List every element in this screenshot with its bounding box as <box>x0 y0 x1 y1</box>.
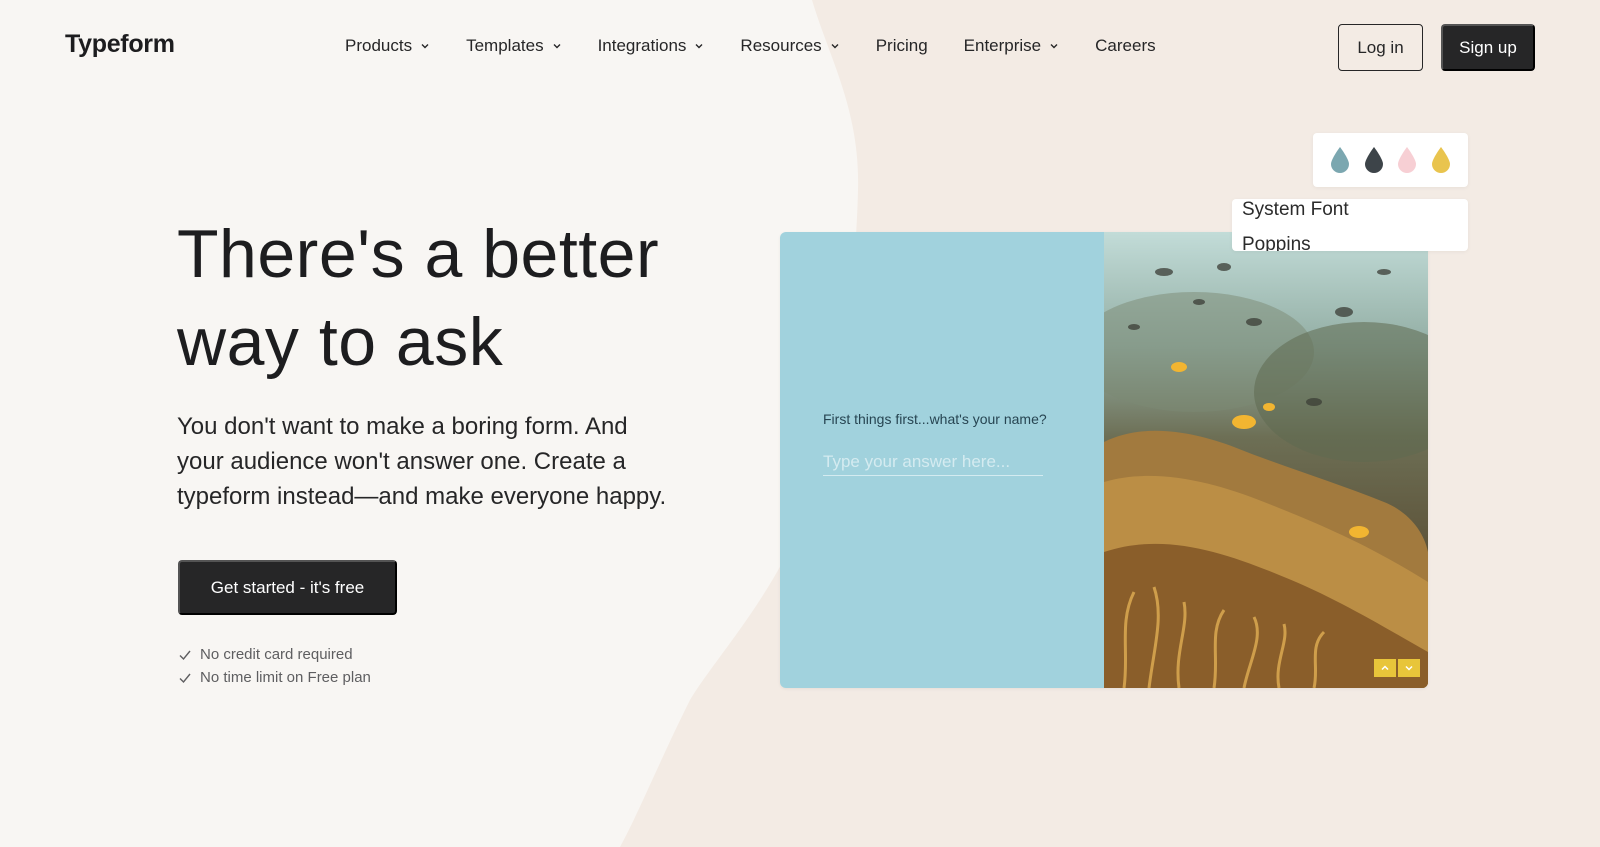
form-navigation <box>1374 659 1422 677</box>
nav-item-label: Enterprise <box>963 36 1042 55</box>
hero-subtitle-line: You don't want to make a boring form. An… <box>177 413 628 440</box>
signup-button[interactable]: Sign up <box>1441 24 1535 71</box>
nav-item-label: Products <box>345 36 413 55</box>
swatch-drop <box>1432 147 1451 173</box>
font-option-poppins[interactable]: Poppins <box>1242 234 1311 251</box>
nav-item-resources[interactable]: Resources <box>740 36 839 56</box>
chevron-down-icon <box>694 41 704 51</box>
hero-subtitle: You don't want to make a boring form. An… <box>177 409 717 514</box>
nav-item-label: Resources <box>740 36 822 55</box>
color-swatch-yellow[interactable] <box>1430 146 1452 174</box>
chevron-down-icon <box>420 41 430 51</box>
main-nav: Products Templates Integrations Resource… <box>345 36 1192 56</box>
benefit-label: No time limit on Free plan <box>200 669 371 686</box>
color-theme-picker <box>1313 133 1468 187</box>
checkmark-icon <box>178 671 192 685</box>
chevron-down-icon <box>1049 41 1059 51</box>
swatch-drop <box>1398 147 1417 173</box>
hero-subtitle-line: typeform instead—and make everyone happy… <box>177 483 667 510</box>
typeform-logo[interactable]: Typeform <box>65 30 175 59</box>
nav-item-label: Integrations <box>597 36 687 55</box>
form-question-panel: First things first...what's your name? <box>780 232 1104 688</box>
benefit-label: No credit card required <box>200 646 353 663</box>
benefit-item: No credit card required <box>178 643 371 666</box>
chevron-up-icon <box>1381 665 1389 671</box>
benefits-list: No credit card required No time limit on… <box>178 643 371 689</box>
swatch-drop <box>1364 147 1383 173</box>
coral-reef-illustration <box>1104 232 1428 688</box>
underwater-coral-image <box>1104 232 1428 688</box>
color-swatch-pink[interactable] <box>1396 146 1418 174</box>
nav-item-label: Templates <box>466 36 544 55</box>
nav-item-label: Careers <box>1095 36 1156 55</box>
get-started-button[interactable]: Get started - it's free <box>178 560 397 615</box>
benefit-item: No time limit on Free plan <box>178 666 371 689</box>
font-picker: System Font Poppins <box>1232 199 1468 251</box>
site-header: Typeform Products Templates Integrations… <box>0 0 1600 94</box>
checkmark-icon <box>178 648 192 662</box>
nav-item-label: Pricing <box>875 36 928 55</box>
hero-subtitle-line: your audience won't answer one. Create a <box>177 448 626 475</box>
swatch-drop <box>1330 147 1349 173</box>
form-preview: First things first...what's your name? <box>780 232 1428 688</box>
hero-title: There's a better way to ask <box>177 210 777 386</box>
previous-question-button[interactable] <box>1374 659 1396 677</box>
color-swatch-teal[interactable] <box>1329 146 1351 174</box>
nav-item-templates[interactable]: Templates <box>466 36 561 56</box>
next-question-button[interactable] <box>1398 659 1420 677</box>
color-swatch-charcoal[interactable] <box>1363 146 1385 174</box>
hero-title-line: There's a better <box>177 216 660 292</box>
form-question: First things first...what's your name? <box>823 411 1047 427</box>
nav-item-products[interactable]: Products <box>345 36 430 56</box>
nav-item-enterprise[interactable]: Enterprise <box>964 36 1059 56</box>
nav-item-careers[interactable]: Careers <box>1095 36 1155 56</box>
answer-input[interactable] <box>823 448 1043 476</box>
font-option-system[interactable]: System Font <box>1242 199 1349 221</box>
chevron-down-icon <box>830 41 840 51</box>
hero-title-line: way to ask <box>177 304 504 380</box>
nav-item-pricing[interactable]: Pricing <box>876 36 928 56</box>
nav-item-integrations[interactable]: Integrations <box>598 36 705 56</box>
login-button[interactable]: Log in <box>1338 24 1423 71</box>
chevron-down-icon <box>1405 665 1413 671</box>
chevron-down-icon <box>552 41 562 51</box>
